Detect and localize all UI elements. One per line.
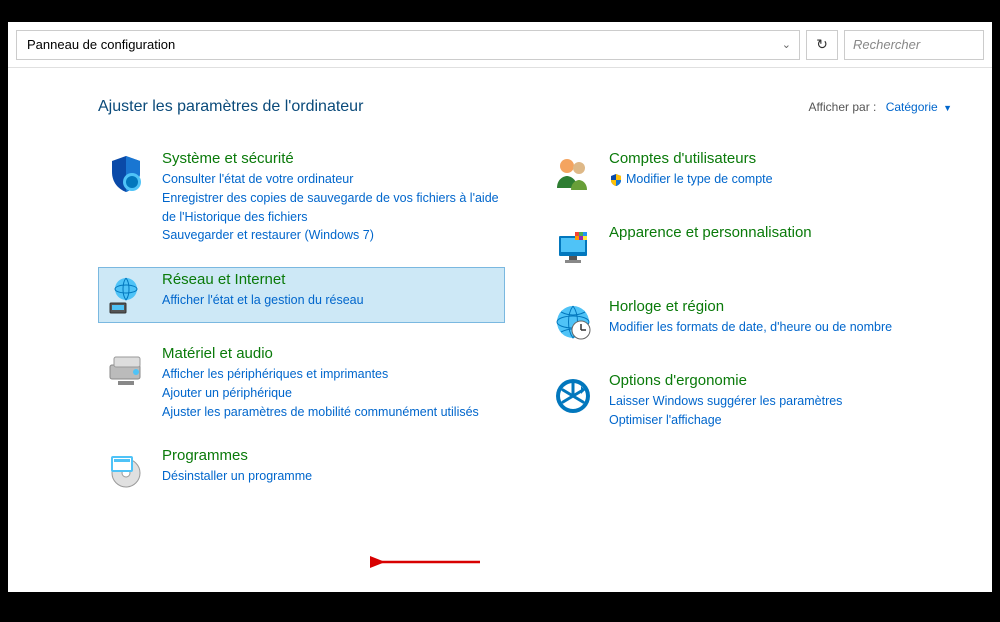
chevron-down-icon: ▼ <box>943 103 952 113</box>
left-column: Système et sécurité Consulter l'état de v… <box>98 146 505 517</box>
category-link[interactable]: Afficher l'état et la gestion du réseau <box>162 291 501 310</box>
category-appearance[interactable]: Apparence et personnalisation <box>545 220 952 276</box>
content-area: Ajuster les paramètres de l'ordinateur A… <box>8 68 992 537</box>
category-hardware[interactable]: Matériel et audio Afficher les périphériq… <box>98 341 505 425</box>
users-icon <box>549 150 597 198</box>
header-row: Ajuster les paramètres de l'ordinateur A… <box>98 98 952 116</box>
category-network[interactable]: Réseau et Internet Afficher l'état et la … <box>98 267 505 323</box>
category-body: Comptes d'utilisateurs Modifier le type d… <box>609 150 948 198</box>
clock-icon <box>549 298 597 346</box>
category-title[interactable]: Matériel et audio <box>162 345 501 362</box>
network-icon <box>102 271 150 319</box>
appearance-icon <box>549 224 597 272</box>
page-title: Ajuster les paramètres de l'ordinateur <box>98 98 363 116</box>
category-title[interactable]: Réseau et Internet <box>162 271 501 288</box>
category-body: Horloge et région Modifier les formats de… <box>609 298 948 346</box>
category-body: Apparence et personnalisation <box>609 224 948 272</box>
category-link[interactable]: Désinstaller un programme <box>162 467 501 486</box>
view-by-label: Afficher par : <box>809 100 877 114</box>
category-link[interactable]: Ajouter un périphérique <box>162 384 501 403</box>
category-body: Système et sécurité Consulter l'état de v… <box>162 150 501 245</box>
category-link[interactable]: Optimiser l'affichage <box>609 411 948 430</box>
red-arrow-annotation <box>370 552 490 572</box>
right-column: Comptes d'utilisateurs Modifier le type d… <box>545 146 952 517</box>
search-input[interactable]: Rechercher <box>844 30 984 60</box>
category-body: Options d'ergonomie Laisser Windows suggé… <box>609 372 948 430</box>
category-link[interactable]: Sauvegarder et restaurer (Windows 7) <box>162 226 501 245</box>
category-link[interactable]: Modifier les formats de date, d'heure ou… <box>609 318 948 337</box>
category-title[interactable]: Horloge et région <box>609 298 948 315</box>
category-body: Réseau et Internet Afficher l'état et la … <box>162 271 501 319</box>
category-link[interactable]: Laisser Windows suggérer les paramètres <box>609 392 948 411</box>
category-clock[interactable]: Horloge et région Modifier les formats de… <box>545 294 952 350</box>
ease-icon <box>549 372 597 420</box>
breadcrumb[interactable]: Panneau de configuration ⌄ <box>16 30 800 60</box>
category-link[interactable]: Afficher les périphériques et imprimante… <box>162 365 501 384</box>
search-placeholder: Rechercher <box>853 37 920 52</box>
breadcrumb-text: Panneau de configuration <box>27 37 175 52</box>
category-ease[interactable]: Options d'ergonomie Laisser Windows suggé… <box>545 368 952 434</box>
category-title[interactable]: Comptes d'utilisateurs <box>609 150 948 167</box>
category-title[interactable]: Apparence et personnalisation <box>609 224 948 241</box>
category-link[interactable]: Consulter l'état de votre ordinateur <box>162 170 501 189</box>
category-title[interactable]: Système et sécurité <box>162 150 501 167</box>
category-body: Programmes Désinstaller un programme <box>162 447 501 495</box>
toolbar: Panneau de configuration ⌄ ↻ Rechercher <box>8 22 992 68</box>
category-title[interactable]: Programmes <box>162 447 501 464</box>
category-programs[interactable]: Programmes Désinstaller un programme <box>98 443 505 499</box>
view-by-value: Catégorie <box>886 100 938 114</box>
category-body: Matériel et audio Afficher les périphériq… <box>162 345 501 421</box>
view-by[interactable]: Afficher par : Catégorie ▼ <box>809 100 952 114</box>
category-link[interactable]: Modifier le type de compte <box>609 170 948 189</box>
category-link[interactable]: Ajuster les paramètres de mobilité commu… <box>162 403 501 422</box>
category-columns: Système et sécurité Consulter l'état de v… <box>98 146 952 517</box>
refresh-button[interactable]: ↻ <box>806 30 838 60</box>
category-shield[interactable]: Système et sécurité Consulter l'état de v… <box>98 146 505 249</box>
chevron-down-icon[interactable]: ⌄ <box>782 38 791 51</box>
category-link[interactable]: Enregistrer des copies de sauvegarde de … <box>162 189 501 227</box>
programs-icon <box>102 447 150 495</box>
category-title[interactable]: Options d'ergonomie <box>609 372 948 389</box>
window-frame: Panneau de configuration ⌄ ↻ Rechercher … <box>8 22 992 592</box>
category-users[interactable]: Comptes d'utilisateurs Modifier le type d… <box>545 146 952 202</box>
shield-icon <box>102 150 150 198</box>
hardware-icon <box>102 345 150 393</box>
refresh-icon: ↻ <box>816 36 828 53</box>
